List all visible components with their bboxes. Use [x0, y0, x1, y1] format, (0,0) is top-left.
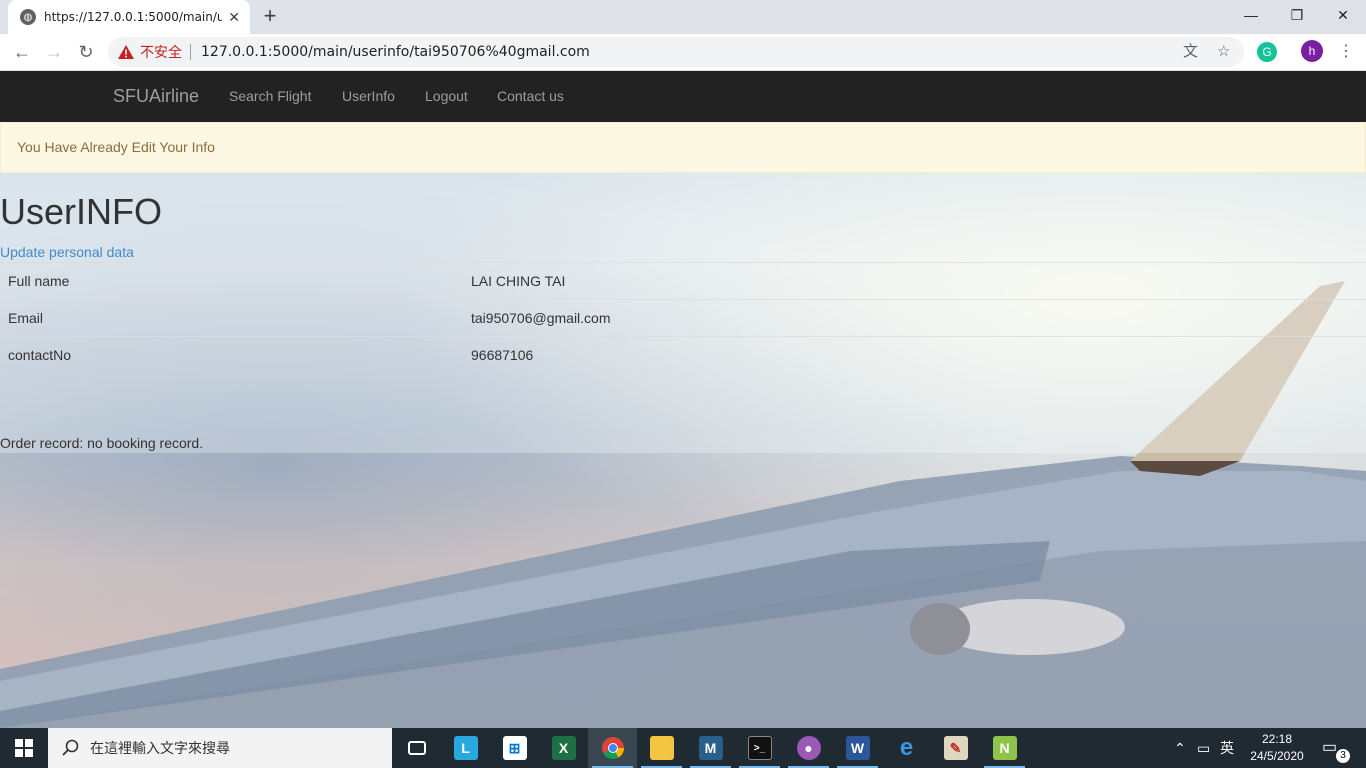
table-row: Full name LAI CHING TAI [0, 262, 1366, 300]
browser-tab-bar: ◍ https://127.0.0.1:5000/main/us ✕ + — ❐… [0, 0, 1366, 34]
bookmark-star-icon[interactable]: ☆ [1217, 37, 1230, 67]
new-tab-button[interactable]: + [258, 4, 282, 30]
site-navbar: SFUAirline Search Flight UserInfo Logout… [0, 71, 1366, 122]
nav-logout[interactable]: Logout [425, 71, 468, 122]
update-personal-data-link[interactable]: Update personal data [0, 244, 134, 260]
email-label: Email [0, 299, 463, 337]
paint-icon[interactable]: ✎ [931, 728, 980, 768]
nav-contact-us[interactable]: Contact us [497, 71, 564, 122]
github-desktop-icon[interactable]: ● [784, 728, 833, 768]
translate-icon[interactable]: 文 [1183, 37, 1198, 67]
alert-message: You Have Already Edit Your Info [0, 122, 1366, 173]
clock-time: 22:18 [1261, 732, 1293, 746]
task-view-icon[interactable] [392, 728, 441, 768]
page-content: SFUAirline Search Flight UserInfo Logout… [0, 71, 1366, 728]
tab-title: https://127.0.0.1:5000/main/us [44, 10, 223, 24]
nav-search-flight[interactable]: Search Flight [229, 71, 311, 122]
brand-logo[interactable]: SFUAirline [113, 71, 199, 122]
tray-chevron-up-icon[interactable]: ⌃ [1174, 728, 1186, 768]
search-icon [62, 739, 79, 756]
table-row: Email tai950706@gmail.com [0, 299, 1366, 337]
excel-icon[interactable]: X [539, 728, 588, 768]
table-row: contactNo 96687106 [0, 336, 1366, 374]
chrome-icon[interactable] [588, 728, 637, 768]
network-icon[interactable]: ▭ [1197, 728, 1210, 768]
reload-button[interactable]: ↻ [72, 38, 100, 66]
edge-icon[interactable]: e [882, 728, 931, 768]
file-explorer-icon[interactable] [637, 728, 686, 768]
forward-button[interactable]: → [40, 38, 68, 66]
divider [190, 44, 191, 60]
url-text[interactable]: 127.0.0.1:5000/main/userinfo/tai950706%4… [201, 44, 590, 60]
browser-tab[interactable]: ◍ https://127.0.0.1:5000/main/us ✕ [8, 0, 250, 34]
userinfo-table: Full name LAI CHING TAI Email tai950706@… [0, 262, 1366, 374]
notification-count-badge: 3 [1336, 749, 1350, 763]
contact-no-label: contactNo [0, 336, 463, 374]
ime-indicator[interactable]: 英 [1220, 728, 1234, 768]
warning-icon[interactable] [118, 45, 134, 59]
page-title: UserINFO [0, 191, 162, 232]
contact-no-value: 96687106 [463, 336, 1366, 374]
action-center-icon[interactable]: ▭ 3 [1322, 737, 1350, 763]
email-value: tai950706@gmail.com [463, 299, 1366, 337]
windows-logo-icon [15, 739, 33, 757]
search-placeholder: 在這裡輸入文字來搜尋 [90, 741, 230, 757]
back-button[interactable]: ← [8, 38, 36, 66]
order-record-text: Order record: no booking record. [0, 435, 204, 451]
nav-userinfo[interactable]: UserInfo [342, 71, 395, 122]
globe-icon: ◍ [20, 9, 36, 25]
security-label[interactable]: 不安全 [140, 42, 182, 62]
restore-button[interactable]: ❐ [1274, 0, 1320, 30]
tab-close-icon[interactable]: ✕ [228, 9, 240, 26]
full-name-value: LAI CHING TAI [463, 262, 1366, 300]
close-window-button[interactable]: ✕ [1320, 0, 1366, 30]
notepad-plus-icon[interactable]: N [980, 728, 1029, 768]
mysql-workbench-icon[interactable]: M [686, 728, 735, 768]
menu-dots-icon[interactable]: ⋮ [1338, 42, 1354, 62]
profile-avatar[interactable]: h [1301, 40, 1323, 62]
clock-date: 24/5/2020 [1250, 749, 1304, 763]
store-icon[interactable]: ⊞ [490, 728, 539, 768]
start-button[interactable] [0, 728, 48, 768]
terminal-icon[interactable]: >_ [735, 728, 784, 768]
full-name-label: Full name [0, 262, 463, 300]
browser-toolbar: ← → ↻ 不安全 127.0.0.1:5000/main/userinfo/t… [0, 34, 1366, 71]
minimize-button[interactable]: — [1228, 0, 1274, 30]
l-app-icon[interactable]: L [441, 728, 490, 768]
windows-taskbar: 在這裡輸入文字來搜尋 L ⊞ X M >_ ● W e ✎ N ⌃ ▭ 英 22… [0, 728, 1366, 768]
system-clock[interactable]: 22:18 24/5/2020 [1248, 731, 1306, 765]
word-icon[interactable]: W [833, 728, 882, 768]
taskbar-search-box[interactable]: 在這裡輸入文字來搜尋 [48, 728, 392, 768]
grammarly-icon[interactable]: G [1257, 42, 1277, 62]
address-bar[interactable]: 不安全 127.0.0.1:5000/main/userinfo/tai9507… [108, 37, 1244, 67]
